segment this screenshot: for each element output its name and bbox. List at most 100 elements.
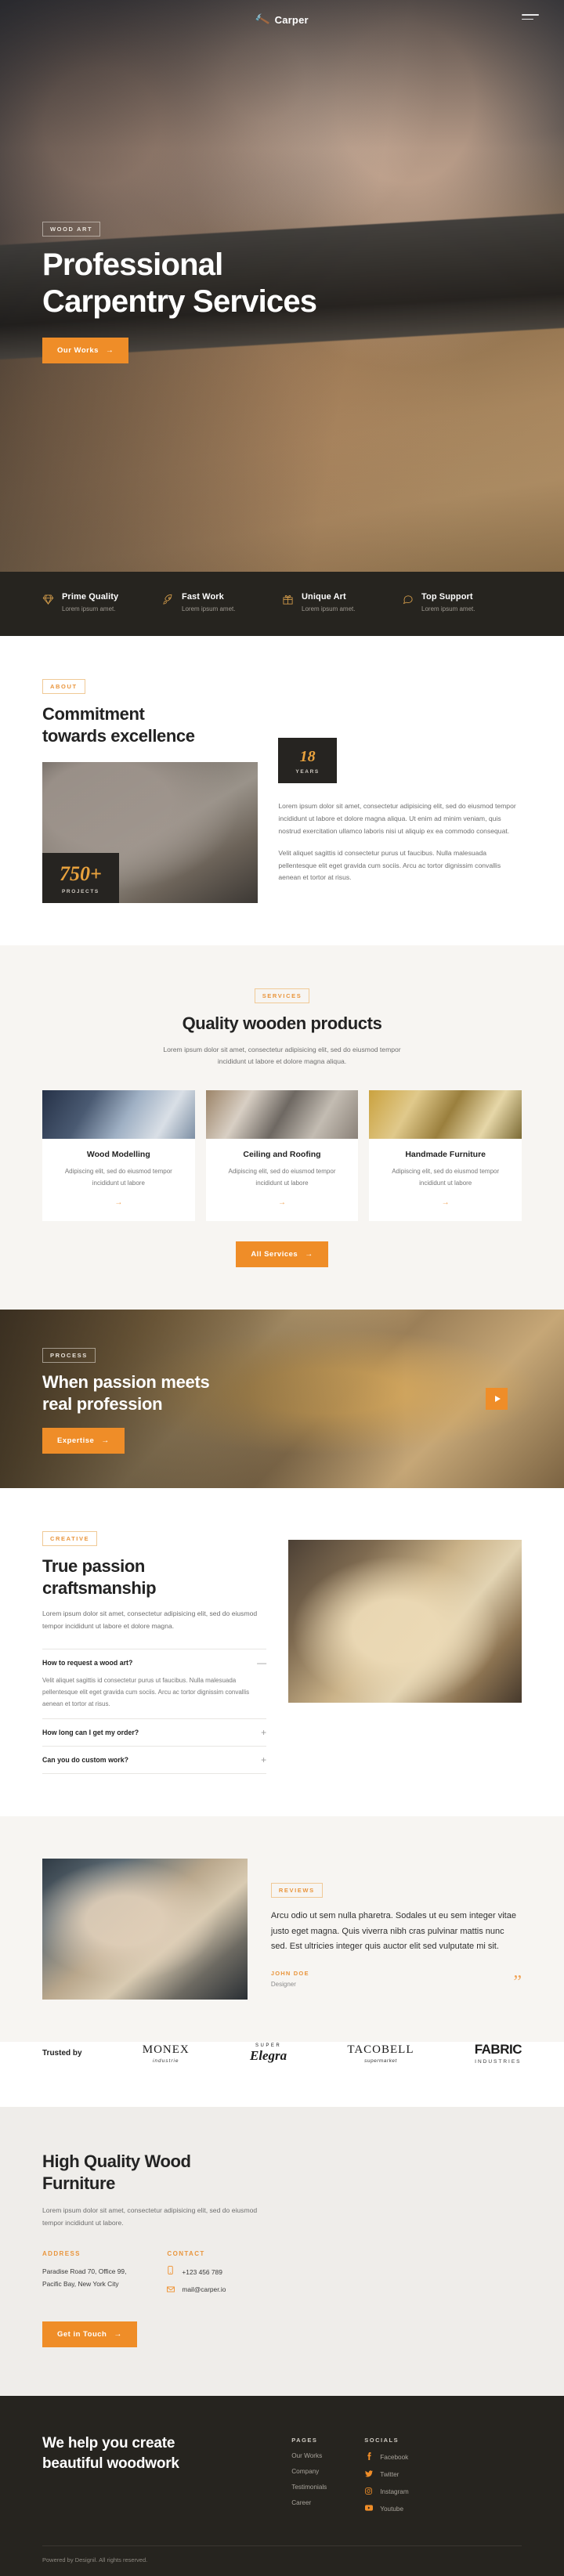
service-cards: Wood Modelling Adipiscing elit, sed do e… xyxy=(42,1090,522,1222)
play-video-button[interactable] xyxy=(486,1388,508,1411)
feature-item: Top Support Lorem ipsum amet. xyxy=(402,592,522,612)
faq-accordion: How to request a wood art? — Velit aliqu… xyxy=(42,1648,267,1775)
youtube-icon xyxy=(364,2505,373,2513)
process-badge: PROCESS xyxy=(42,1348,96,1364)
faq-item-header[interactable]: Can you do custom work? + xyxy=(42,1755,266,1765)
reviews-photo-handplane xyxy=(42,1859,248,2000)
faq-item-header[interactable]: How to request a wood art? — xyxy=(42,1658,266,1667)
social-link-youtube[interactable]: Youtube xyxy=(364,2505,408,2513)
our-works-button[interactable]: Our Works → xyxy=(42,337,129,363)
footer-pages-heading: PAGES xyxy=(291,2437,318,2444)
arrow-right-icon[interactable]: → xyxy=(217,1198,348,1207)
arrow-right-icon[interactable]: → xyxy=(53,1198,184,1207)
faq-question: Can you do custom work? xyxy=(42,1756,128,1765)
minus-icon[interactable]: — xyxy=(257,1658,266,1667)
arrow-right-icon[interactable]: → xyxy=(380,1198,511,1207)
client-logo-elegra: SUPER Elegra xyxy=(250,2043,287,2064)
about-photo-workshop: 18 YEARS xyxy=(278,699,522,783)
years-stat-number: 18 xyxy=(299,748,316,765)
our-works-label: Our Works xyxy=(57,345,99,355)
features-bar: Prime Quality Lorem ipsum amet. Fast Wor… xyxy=(0,572,564,636)
services-badge: SERVICES xyxy=(254,988,310,1003)
footer-link-career[interactable]: Career xyxy=(291,2499,327,2506)
faq-item[interactable]: Can you do custom work? + xyxy=(42,1746,267,1775)
about-paragraph-2: Velit aliquet sagittis id consectetur pu… xyxy=(278,848,501,882)
menu-line xyxy=(522,18,534,20)
address-block: ADDRESS Paradise Road 70, Office 99, Pac… xyxy=(42,2250,126,2301)
faq-answer: Velit aliquet sagittis id consectetur pu… xyxy=(42,1676,250,1708)
review-author: JOHN DOE xyxy=(270,1970,309,1978)
faq-item[interactable]: How long can I get my order? + xyxy=(42,1718,267,1746)
client-logo-fabric: FABRIC INDUSTRIES xyxy=(475,2042,522,2065)
client-logo-main: MONEX xyxy=(142,2043,190,2056)
brand-name: Carper xyxy=(274,13,309,26)
social-link-twitter[interactable]: Twitter xyxy=(364,2470,408,2479)
social-link-facebook[interactable]: Facebook xyxy=(364,2452,408,2462)
footer-link-our-works[interactable]: Our Works xyxy=(291,2452,327,2459)
site-footer: We help you create beautiful woodwork PA… xyxy=(0,2396,564,2576)
feature-subtitle: Lorem ipsum amet. xyxy=(302,605,356,612)
faq-item-header[interactable]: How long can I get my order? + xyxy=(42,1728,266,1737)
instagram-icon xyxy=(364,2487,373,2496)
process-title: When passion meets real profession xyxy=(42,1371,210,1414)
phone-row[interactable]: +123 456 789 xyxy=(167,2266,226,2279)
social-link-instagram[interactable]: Instagram xyxy=(364,2487,409,2496)
client-logo-sub: industrie xyxy=(152,2058,179,2064)
all-services-button[interactable]: All Services → xyxy=(236,1241,328,1268)
about-section: ABOUT Commitment towards excellence 750+… xyxy=(0,636,564,945)
client-logo-main: Elegra xyxy=(249,2047,287,2063)
projects-stat-badge: 750+ PROJECTS xyxy=(42,853,119,903)
feature-item: Fast Work Lorem ipsum amet. xyxy=(162,592,282,612)
hamburger-menu-button[interactable] xyxy=(522,14,539,20)
feature-item: Unique Art Lorem ipsum amet. xyxy=(282,592,402,612)
brand-logo[interactable]: 🔨 Carper xyxy=(254,12,309,27)
feature-title: Top Support xyxy=(421,592,473,602)
contact-title-line-2: Furniture xyxy=(42,2173,115,2193)
diamond-icon xyxy=(42,594,54,612)
about-title: Commitment towards excellence xyxy=(42,703,258,746)
service-card[interactable]: Handmade Furniture Adipiscing elit, sed … xyxy=(369,1090,522,1222)
footer-link-company[interactable]: Company xyxy=(291,2468,327,2475)
faq-intro: Lorem ipsum dolor sit amet, consectetur … xyxy=(42,1610,258,1630)
service-card-title: Handmade Furniture xyxy=(405,1150,486,1160)
feature-item: Prime Quality Lorem ipsum amet. xyxy=(42,592,162,612)
menu-line xyxy=(522,14,539,16)
service-card-text: Adipiscing elit, sed do eiusmod tempor i… xyxy=(392,1168,500,1187)
envelope-icon xyxy=(167,2284,175,2297)
plus-icon[interactable]: + xyxy=(261,1755,266,1765)
faq-item[interactable]: How to request a wood art? — Velit aliqu… xyxy=(42,1648,267,1719)
services-title: Quality wooden products xyxy=(182,1013,382,1033)
footer-headline-block: We help you create beautiful woodwork xyxy=(42,2433,291,2513)
client-logo-main: FABRIC xyxy=(474,2042,522,2058)
footer-pages-column: PAGES Our Works Company Testimonials Car… xyxy=(291,2437,327,2513)
faq-badge: CREATIVE xyxy=(42,1531,98,1547)
get-in-touch-button[interactable]: Get in Touch → xyxy=(42,2321,137,2348)
service-card[interactable]: Wood Modelling Adipiscing elit, sed do e… xyxy=(42,1090,195,1222)
projects-stat-label: PROJECTS xyxy=(61,889,99,894)
faq-right-column xyxy=(288,1530,522,1774)
service-card-text: Adipiscing elit, sed do eiusmod tempor i… xyxy=(228,1168,336,1187)
faq-left-column: CREATIVE True passion craftsmanship Lore… xyxy=(42,1530,267,1775)
service-card-text: Adipiscing elit, sed do eiusmod tempor i… xyxy=(64,1168,172,1187)
about-title-line-1: Commitment xyxy=(42,704,145,724)
address-heading: ADDRESS xyxy=(42,2250,81,2258)
expertise-button[interactable]: Expertise → xyxy=(42,1428,125,1454)
plus-icon[interactable]: + xyxy=(261,1728,266,1737)
arrow-right-icon: → xyxy=(305,1250,313,1259)
review-role: Designer xyxy=(270,1981,296,1989)
hero-badge: WOOD ART xyxy=(42,222,101,237)
service-card-image xyxy=(369,1090,522,1140)
quote-mark-icon: ” xyxy=(513,1971,522,1993)
client-logo-sub: supermarket xyxy=(364,2058,397,2064)
footer-link-testimonials[interactable]: Testimonials xyxy=(291,2484,327,2491)
copyright-text: Powered by Designil. All rights reserved… xyxy=(42,2556,148,2564)
years-stat-label: YEARS xyxy=(295,769,320,775)
services-section: SERVICES Quality wooden products Lorem i… xyxy=(0,945,564,1310)
hero-title: Professional Carpentry Services xyxy=(42,247,317,320)
service-card[interactable]: Ceiling and Roofing Adipiscing elit, sed… xyxy=(205,1090,359,1222)
email-row[interactable]: mail@carper.io xyxy=(167,2284,226,2297)
client-logo-sub: INDUSTRIES xyxy=(475,2059,522,2065)
contact-text: Lorem ipsum dolor sit amet, consectetur … xyxy=(42,2206,258,2227)
faq-question: How long can I get my order? xyxy=(42,1729,139,1737)
get-in-touch-label: Get in Touch xyxy=(57,2330,107,2339)
